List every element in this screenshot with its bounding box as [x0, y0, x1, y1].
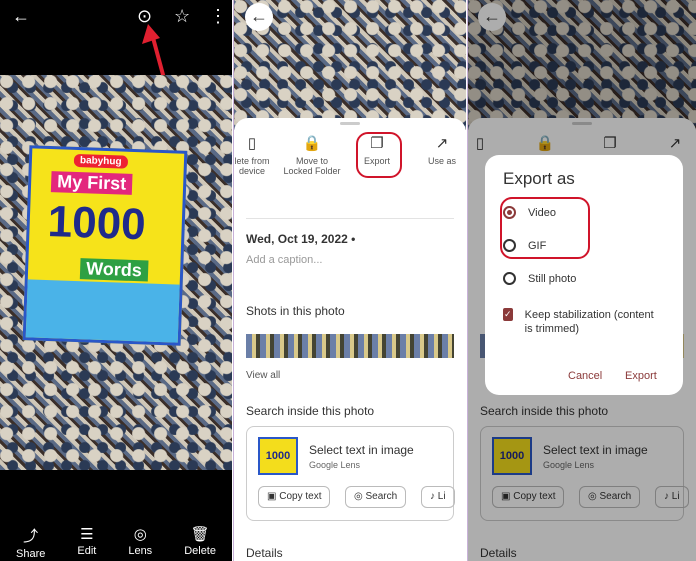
lens-card[interactable]: 1000 Select text in image Google Lens ▣ … [246, 426, 455, 521]
edit-button[interactable]: ☰ Edit [77, 525, 96, 560]
view-all-link[interactable]: View all [246, 370, 280, 381]
delete-from-device-action[interactable]: ▯ lete from device [234, 134, 282, 176]
copy-text-chip[interactable]: ▣ Copy text [258, 486, 331, 508]
chip-label: Copy text [279, 491, 322, 502]
lens-subtitle: Google Lens [309, 460, 361, 470]
divider [246, 218, 454, 219]
book-title-2: 1000 [46, 197, 147, 250]
lens-title: Select text in image [309, 443, 414, 457]
listen-chip[interactable]: ♪ Li [421, 486, 455, 508]
back-arrow-icon[interactable]: ← [12, 6, 30, 26]
edit-icon: ☰ [80, 526, 94, 543]
highlight-ring [500, 197, 590, 259]
book-title-3: Words [79, 258, 149, 282]
sheet-drag-handle[interactable] [340, 122, 360, 125]
search-heading: Search inside this photo [246, 404, 375, 418]
edit-label: Edit [77, 545, 97, 557]
lens-label: Lens [128, 545, 153, 557]
lock-icon: 🔒 [302, 135, 322, 152]
use-as-action[interactable]: ↗ Use as [412, 134, 466, 166]
info-sheet: ▯ lete from device 🔒 Move to Locked Folder… [234, 118, 466, 561]
share-label: Share [16, 548, 46, 560]
delete-label: Delete [184, 545, 216, 557]
delete-device-icon: ▯ [247, 135, 257, 152]
action-label: Move to Locked Folder [283, 156, 341, 176]
delete-icon: 🗑 [190, 526, 210, 543]
still-photo-option[interactable]: Still photo [503, 272, 576, 285]
details-heading: Details [246, 546, 283, 560]
action-label: Use as [427, 156, 456, 166]
back-button[interactable]: ← [245, 3, 273, 31]
cancel-button[interactable]: Cancel [568, 370, 602, 382]
option-label: Still photo [528, 272, 577, 285]
stabilization-option[interactable]: ✓ Keep stabilization (content is trimmed) [503, 308, 663, 336]
open-external-icon: ↗ [435, 135, 449, 152]
locked-folder-action[interactable]: 🔒 Move to Locked Folder [282, 134, 342, 176]
share-icon: ⤴ [23, 528, 39, 545]
radio-unselected[interactable] [503, 272, 516, 285]
chip-label: Search [365, 491, 398, 502]
search-chip[interactable]: ◎ Search [345, 486, 407, 508]
photo-date[interactable]: Wed, Oct 19, 2022 • [246, 232, 355, 246]
book-title-1: My First [50, 171, 133, 195]
export-dialog-panel: ← ▯ 🔒 ❐ ↗ Search inside this photo 1000 … [467, 0, 696, 561]
action-label: lete from device [234, 156, 270, 176]
photo-viewer-panel: ← ⊙ ☆ ⋮ babyhug My First 1000 Words ⤴ Sha… [0, 0, 232, 561]
shots-strip[interactable] [246, 334, 454, 358]
more-menu-icon[interactable]: ⋮ [209, 6, 227, 26]
book-lower-band [25, 279, 180, 343]
chip-label: Li [437, 491, 446, 502]
shots-heading: Shots in this photo [246, 304, 345, 318]
lens-button[interactable]: ◎ Lens [128, 525, 152, 560]
dialog-title: Export as [503, 169, 575, 188]
book-brand: babyhug [73, 153, 128, 169]
bottom-action-bar: ⤴ Share ☰ Edit ◎ Lens 🗑 Delete [0, 525, 232, 560]
caption-input[interactable]: Add a caption... [246, 254, 322, 266]
book-in-photo: babyhug My First 1000 Words [22, 145, 188, 346]
info-sheet-panel: ← ▯ lete from device 🔒 Move to Locked Fold… [233, 0, 466, 561]
lens-thumbnail: 1000 [258, 437, 298, 475]
export-as-dialog: Export as Video GIF Still photo ✓ Keep st… [485, 155, 683, 395]
share-button[interactable]: ⤴ Share [16, 525, 45, 560]
checkbox-label: Keep stabilization (content is trimmed) [524, 309, 654, 335]
highlight-ring [356, 132, 402, 178]
checkbox-checked-icon[interactable]: ✓ [503, 308, 513, 321]
lens-icon: ◎ [133, 526, 147, 543]
delete-button[interactable]: 🗑 Delete [184, 525, 216, 560]
export-button[interactable]: Export [625, 370, 657, 382]
